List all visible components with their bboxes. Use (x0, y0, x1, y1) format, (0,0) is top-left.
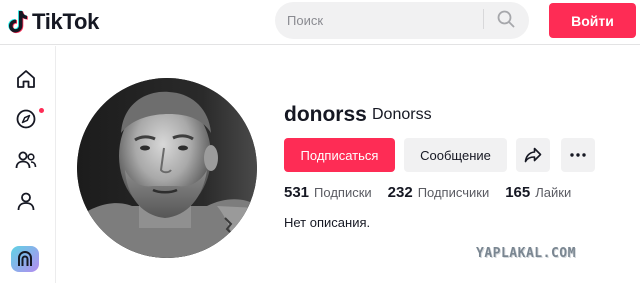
follow-button[interactable]: Подписаться (284, 138, 395, 172)
sidebar-item-app[interactable] (11, 246, 39, 272)
tiktok-logo[interactable]: TikTok (8, 9, 99, 35)
profile-stats: 531 Подписки 232 Подписчики 165 Лайки (284, 184, 587, 201)
notification-dot (39, 108, 44, 113)
profile-username: donorss (284, 103, 367, 126)
more-icon (570, 153, 586, 157)
login-button[interactable]: Войти (549, 3, 636, 38)
sidebar-item-explore[interactable] (13, 106, 44, 132)
explore-icon (16, 109, 36, 129)
profile-icon (17, 192, 35, 211)
stat-following[interactable]: 531 Подписки (284, 184, 372, 201)
stat-followers-count: 232 (387, 184, 413, 201)
share-button[interactable] (516, 138, 550, 172)
more-options-button[interactable] (561, 138, 595, 172)
search-divider (483, 9, 484, 29)
stat-followers-label: Подписчики (417, 185, 490, 200)
search-icon (497, 10, 515, 28)
stat-following-count: 531 (284, 184, 310, 201)
sidebar-item-following[interactable] (13, 147, 39, 173)
stat-likes-label: Лайки (535, 185, 572, 200)
app-icon (18, 250, 32, 266)
stat-following-label: Подписки (314, 185, 372, 200)
following-icon (15, 151, 37, 169)
sidebar-item-profile[interactable] (13, 188, 39, 214)
stat-likes: 165 Лайки (505, 184, 571, 201)
sidebar-item-home[interactable] (13, 66, 39, 92)
brand-name: TikTok (32, 9, 100, 34)
tiktok-logo-icon (8, 10, 28, 34)
stat-followers[interactable]: 232 Подписчики (388, 184, 490, 201)
search-button[interactable] (490, 3, 522, 35)
tiktok-profile-page: TikTok Войти (0, 0, 640, 283)
profile-bio: Нет описания. (284, 215, 371, 230)
profile-avatar[interactable] (77, 78, 257, 258)
avatar-photo (77, 78, 257, 258)
share-icon (524, 147, 542, 163)
left-sidebar (0, 46, 56, 283)
profile-nickname: Donorss (372, 106, 432, 123)
search-input[interactable] (287, 2, 477, 39)
stat-likes-count: 165 (505, 184, 531, 201)
top-header: TikTok Войти (0, 0, 640, 45)
home-icon (17, 70, 35, 88)
site-watermark: YAPLAKAL.COM (476, 246, 576, 261)
message-button[interactable]: Сообщение (404, 138, 507, 172)
